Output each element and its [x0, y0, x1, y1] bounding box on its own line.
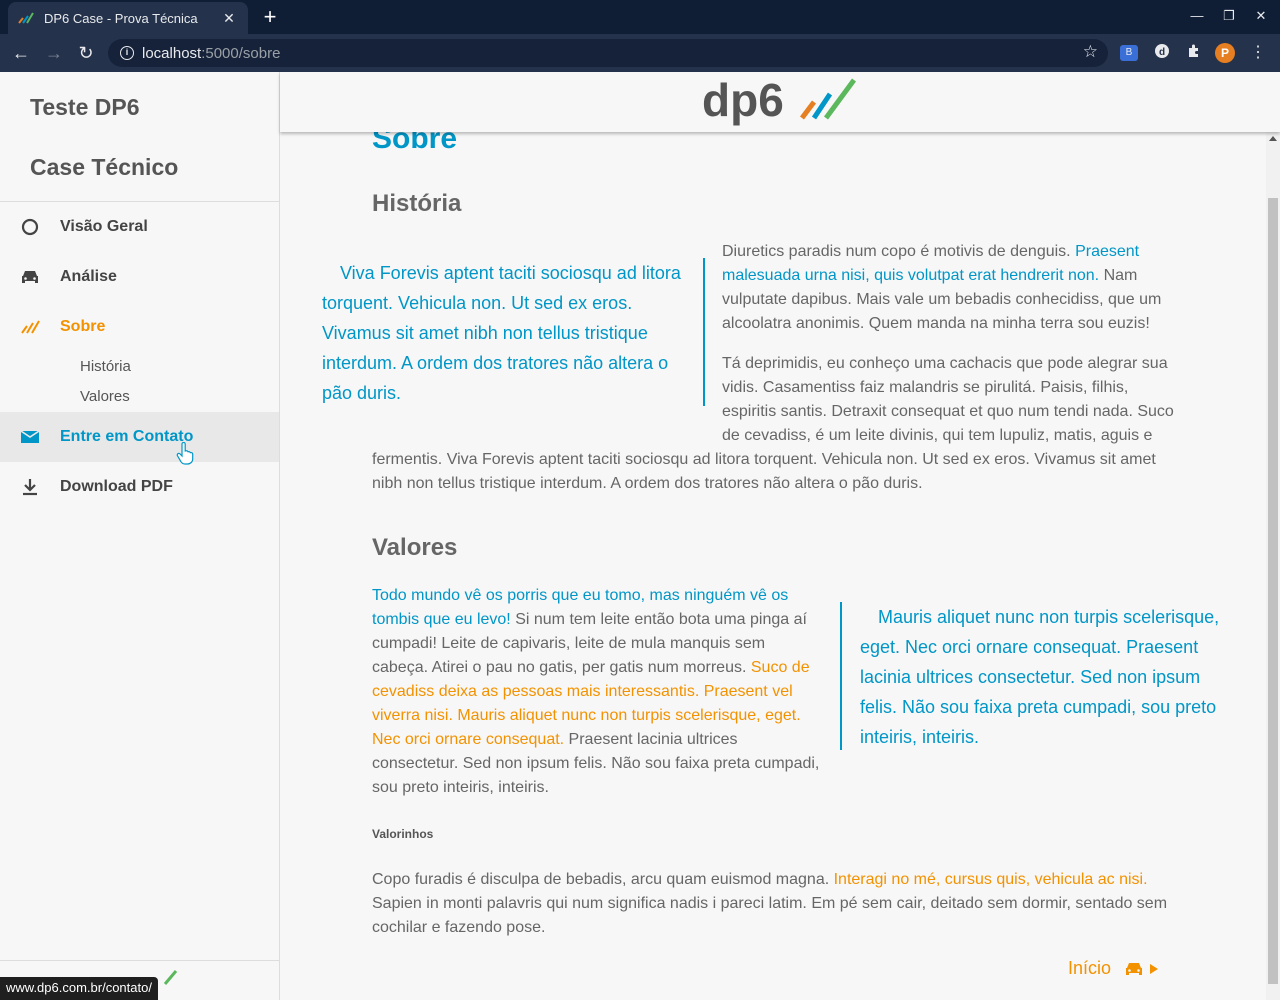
sidebar-subitem-historia[interactable]: História	[80, 358, 131, 375]
sidebar-item-label: Visão Geral	[60, 218, 148, 235]
sidebar-subitem-valores[interactable]: Valores	[80, 388, 130, 405]
dp6-favicon-icon	[18, 12, 34, 24]
reload-icon[interactable]: ↻	[75, 42, 97, 64]
sidebar-item-label: Análise	[60, 268, 117, 285]
back-icon[interactable]: ←	[10, 42, 32, 64]
profile-avatar[interactable]: P	[1215, 43, 1235, 63]
car-icon	[20, 267, 40, 287]
pull-quote-historia: Viva Forevis aptent taciti sociosqu ad l…	[322, 263, 681, 403]
extensions-puzzle-icon[interactable]	[1184, 43, 1204, 63]
mail-icon	[20, 427, 40, 447]
svg-text:d: d	[1159, 47, 1165, 58]
url-host: localhost	[142, 44, 202, 62]
text-span: Sapien in monti palavris qui num signifi…	[372, 895, 1168, 936]
dp6-logo[interactable]: dp6	[702, 78, 858, 130]
inicio-label: Início	[1068, 958, 1112, 978]
hand-cursor-icon	[176, 442, 194, 465]
extension-d-icon[interactable]: d	[1152, 43, 1172, 63]
sidebar-item-download-pdf[interactable]: Download PDF	[0, 462, 279, 512]
bookmark-star-icon[interactable]: ☆	[1083, 42, 1098, 62]
browser-tabbar: DP6 Case - Prova Técnica ✕ + — ❐ ✕	[0, 0, 1280, 34]
sidebar: Teste DP6 Case Técnico Visão Geral Análi…	[0, 72, 280, 1000]
page-title: Sobre	[372, 132, 458, 155]
sidebar-footer-divider	[0, 960, 279, 961]
text-highlight-orange: Interagi no mé, cursus quis, vehicula ac…	[833, 871, 1148, 888]
site-info-icon[interactable]: i	[120, 46, 134, 60]
sidebar-item-analise[interactable]: Análise	[0, 252, 279, 302]
extension-icon[interactable]: B	[1120, 45, 1138, 61]
page-header: dp6	[280, 72, 1280, 132]
browser-menu-icon[interactable]: ⋮	[1248, 43, 1268, 63]
window-close-icon[interactable]: ✕	[1252, 8, 1270, 24]
sidebar-item-label: Entre em Contato	[60, 428, 194, 445]
brand-title: Teste DP6	[30, 94, 140, 120]
status-url-preview: www.dp6.com.br/contato/	[0, 977, 158, 1000]
page-scrollbar[interactable]	[1266, 132, 1280, 1000]
text-span: Diuretics paradis num copo é motivis de …	[722, 243, 1076, 260]
car-icon	[1126, 962, 1143, 975]
quote-divider	[703, 258, 705, 406]
sidebar-item-contato[interactable]: Entre em Contato	[0, 412, 279, 462]
sidebar-item-visao-geral[interactable]: Visão Geral	[0, 202, 279, 252]
url-path: :5000/sobre	[201, 44, 281, 62]
sidebar-item-label: Sobre	[60, 318, 106, 335]
valores-paragraph: Todo mundo vê os porris que eu tomo, mas…	[372, 584, 822, 800]
dp6-bars-icon	[20, 317, 40, 337]
tab-title: DP6 Case - Prova Técnica	[44, 10, 198, 26]
brand-subtitle: Case Técnico	[30, 154, 179, 180]
historia-paragraph-2: Tá deprimidis, eu conheço uma cachacis q…	[722, 355, 1174, 444]
sidebar-item-label: Download PDF	[60, 478, 173, 495]
sidebar-item-sobre[interactable]: Sobre	[0, 302, 279, 352]
browser-toolbar: ← → ↻ i localhost:5000/sobre ☆ B d P ⋮	[0, 34, 1280, 72]
browser-tab[interactable]: DP6 Case - Prova Técnica ✕	[8, 2, 248, 34]
section-heading-historia: História	[372, 190, 462, 217]
forward-icon[interactable]: →	[43, 42, 65, 64]
logo-text: dp6	[702, 78, 784, 126]
scroll-up-arrow-icon[interactable]	[1269, 136, 1277, 141]
main-content: Sobre História Viva Forevis aptent tacit…	[280, 132, 1266, 1000]
historia-paragraph-2-continued: fermentis. Viva Forevis aptent taciti so…	[372, 451, 1156, 492]
minimize-icon[interactable]: —	[1188, 8, 1206, 23]
address-bar[interactable]: i localhost:5000/sobre ☆	[108, 39, 1108, 67]
tab-close-icon[interactable]: ✕	[220, 9, 238, 27]
quote-divider	[840, 602, 842, 750]
restore-icon[interactable]: ❐	[1220, 8, 1238, 24]
scrollbar-thumb[interactable]	[1268, 198, 1278, 984]
historia-paragraph-1: Diuretics paradis num copo é motivis de …	[722, 240, 1174, 336]
section-heading-valores: Valores	[372, 534, 458, 561]
circle-icon	[20, 217, 40, 237]
valorinhos-paragraph: Copo furadis é disculpa de bebadis, arcu…	[372, 868, 1174, 940]
new-tab-icon[interactable]: +	[258, 6, 282, 30]
pull-quote-valores: Mauris aliquet nunc non turpis scelerisq…	[860, 607, 1220, 747]
play-arrow-icon	[1150, 963, 1159, 974]
section-heading-valorinhos: Valorinhos	[372, 827, 434, 841]
text-span: Copo furadis é disculpa de bebadis, arcu…	[372, 871, 834, 888]
inicio-link[interactable]: Início	[1068, 958, 1159, 979]
download-icon	[20, 477, 40, 497]
